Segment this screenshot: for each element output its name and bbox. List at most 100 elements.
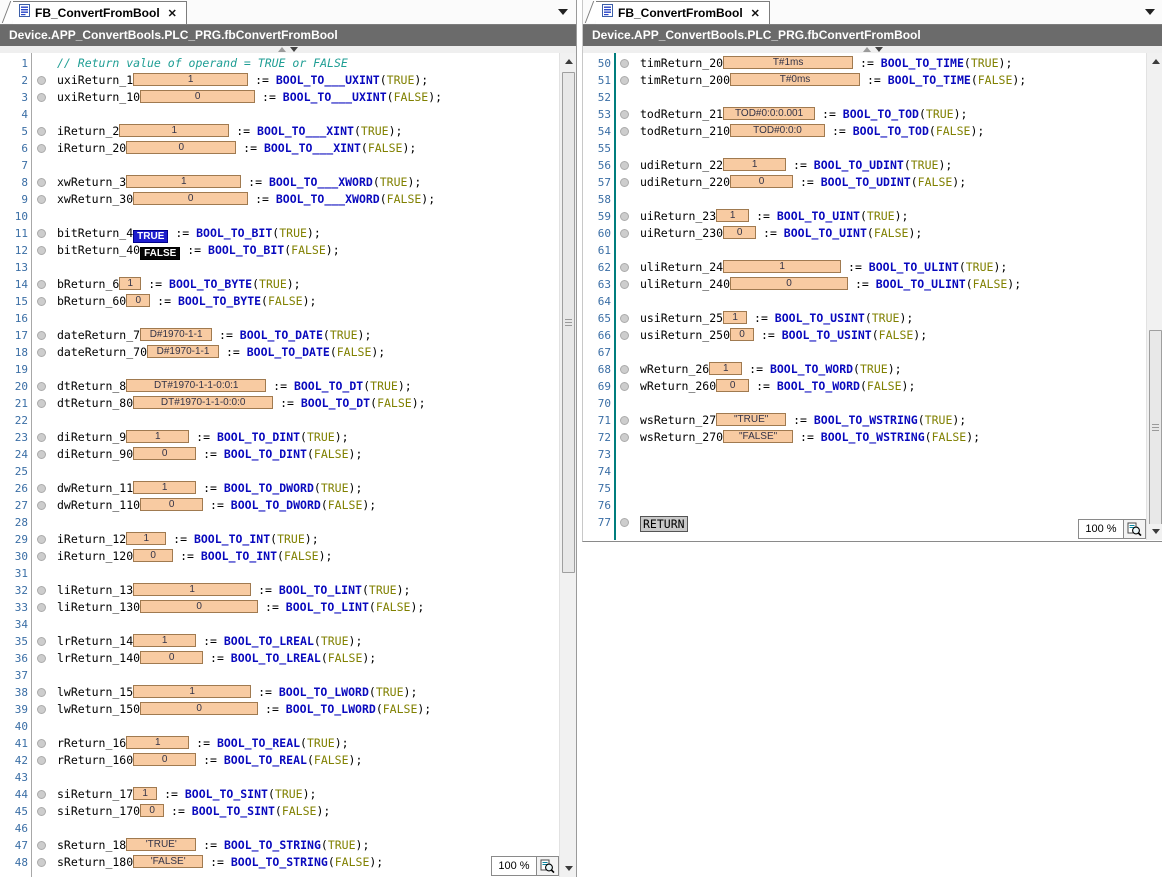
breakpoint-dot[interactable]: [37, 688, 46, 697]
breakpoint-dot[interactable]: [620, 365, 629, 374]
breakpoint-dot[interactable]: [620, 178, 629, 187]
monitor-value-box[interactable]: 0: [723, 226, 756, 239]
monitor-value-box[interactable]: 1: [723, 158, 786, 171]
close-icon[interactable]: ✕: [751, 7, 760, 20]
breakpoint-dot[interactable]: [620, 127, 629, 136]
monitor-value-box[interactable]: 0: [133, 192, 248, 205]
breakpoint-dot[interactable]: [37, 297, 46, 306]
scrollbar-up-icon[interactable]: [561, 54, 576, 69]
monitor-value-box[interactable]: 1: [133, 583, 251, 596]
breakpoint-dot[interactable]: [37, 790, 46, 799]
breakpoint-dot[interactable]: [37, 348, 46, 357]
breakpoint-dot[interactable]: [37, 807, 46, 816]
monitor-value-box[interactable]: 0: [133, 753, 196, 766]
breakpoint-dot[interactable]: [620, 331, 629, 340]
breakpoint-dot[interactable]: [37, 484, 46, 493]
monitor-value-box[interactable]: 1: [133, 73, 248, 86]
breakpoint-dot[interactable]: [620, 518, 629, 527]
tab-list-dropdown-icon[interactable]: [558, 9, 568, 15]
monitor-value-box[interactable]: 1: [133, 685, 251, 698]
monitor-value-box[interactable]: TOD#0:0:0.001: [723, 107, 815, 120]
monitor-value-box[interactable]: 0: [730, 277, 848, 290]
scrollbar-down-icon[interactable]: [1148, 524, 1162, 539]
monitor-value-box[interactable]: 1: [119, 277, 141, 290]
monitor-value-box[interactable]: DT#1970-1-1-0:0:1: [126, 379, 266, 392]
breakpoint-dot[interactable]: [620, 212, 629, 221]
breakpoint-dot[interactable]: [37, 501, 46, 510]
breakpoint-dot[interactable]: [37, 195, 46, 204]
monitor-value-box[interactable]: 0: [140, 702, 258, 715]
breakpoint-dot[interactable]: [37, 756, 46, 765]
code-editor[interactable]: 1// Return value of operand = TRUE or FA…: [0, 53, 576, 877]
monitor-value-box[interactable]: "TRUE": [716, 413, 786, 426]
split-view-handle[interactable]: [270, 46, 306, 53]
monitor-value-box[interactable]: 0: [133, 549, 173, 562]
tab-list-dropdown-icon[interactable]: [1145, 9, 1155, 15]
monitor-value-box[interactable]: 1: [709, 362, 742, 375]
breakpoint-dot[interactable]: [37, 739, 46, 748]
monitor-value-box[interactable]: "FALSE": [723, 430, 793, 443]
breakpoint-dot[interactable]: [37, 705, 46, 714]
breakpoint-dot[interactable]: [37, 229, 46, 238]
monitor-value-box[interactable]: 1: [126, 175, 241, 188]
breakpoint-dot[interactable]: [620, 76, 629, 85]
monitor-value-box[interactable]: T#0ms: [730, 73, 860, 86]
breakpoint-dot[interactable]: [37, 144, 46, 153]
breakpoint-dot[interactable]: [37, 637, 46, 646]
breakpoint-dot[interactable]: [620, 382, 629, 391]
monitor-value-box[interactable]: DT#1970-1-1-0:0:0: [133, 396, 273, 409]
zoom-magnifier-button[interactable]: [537, 856, 559, 876]
monitor-value-box[interactable]: 1: [716, 209, 749, 222]
breakpoint-dot[interactable]: [37, 552, 46, 561]
monitor-value-box[interactable]: 'TRUE': [126, 838, 196, 851]
scrollbar-down-icon[interactable]: [561, 861, 576, 876]
monitor-value-box[interactable]: 1: [133, 481, 196, 494]
scrollbar-up-icon[interactable]: [1148, 54, 1162, 69]
monitor-value-box[interactable]: 0: [140, 600, 258, 613]
breakpoint-dot[interactable]: [37, 603, 46, 612]
monitor-value-box[interactable]: 'FALSE': [133, 855, 203, 868]
monitor-value-box[interactable]: 0: [126, 294, 150, 307]
monitor-value-box[interactable]: 0: [140, 651, 203, 664]
breakpoint-dot[interactable]: [37, 127, 46, 136]
breakpoint-dot[interactable]: [620, 314, 629, 323]
breakpoint-dot[interactable]: [620, 263, 629, 272]
monitor-value-box[interactable]: 1: [119, 124, 229, 137]
breakpoint-dot[interactable]: [620, 433, 629, 442]
monitor-value-box[interactable]: 0: [140, 90, 255, 103]
tab-fb-convertfrombool[interactable]: FB_ConvertFromBool ✕: [13, 1, 187, 24]
close-icon[interactable]: ✕: [168, 7, 177, 20]
breakpoint-dot[interactable]: [37, 382, 46, 391]
breakpoint-dot[interactable]: [620, 416, 629, 425]
monitor-value-box[interactable]: 0: [716, 379, 749, 392]
tab-fb-convertfrombool[interactable]: FB_ConvertFromBool ✕: [596, 1, 770, 24]
monitor-value-box[interactable]: 0: [133, 447, 196, 460]
monitor-value-box[interactable]: TOD#0:0:0: [730, 124, 825, 137]
scrollbar-thumb[interactable]: [1149, 330, 1162, 525]
breakpoint-dot[interactable]: [620, 161, 629, 170]
zoom-magnifier-button[interactable]: [1124, 519, 1146, 539]
breakpoint-dot[interactable]: [37, 841, 46, 850]
monitor-value-box[interactable]: D#1970-1-1: [147, 345, 219, 358]
breakpoint-dot[interactable]: [37, 399, 46, 408]
breakpoint-dot[interactable]: [37, 280, 46, 289]
breakpoint-dot[interactable]: [37, 331, 46, 340]
monitor-value-box[interactable]: D#1970-1-1: [140, 328, 212, 341]
breakpoint-dot[interactable]: [620, 229, 629, 238]
breakpoint-dot[interactable]: [37, 858, 46, 867]
scrollbar-thumb[interactable]: [562, 72, 575, 573]
monitor-value-box[interactable]: 1: [126, 736, 189, 749]
breakpoint-dot[interactable]: [37, 246, 46, 255]
zoom-level[interactable]: 100 %: [1078, 519, 1124, 539]
monitor-value-box[interactable]: 1: [126, 430, 189, 443]
monitor-value-box[interactable]: 0: [730, 175, 793, 188]
vertical-scrollbar[interactable]: [559, 53, 576, 877]
monitor-value-box[interactable]: 0: [140, 804, 164, 817]
breakpoint-dot[interactable]: [37, 76, 46, 85]
code-editor[interactable]: 50timReturn_20T#1ms := BOOL_TO_TIME(TRUE…: [583, 53, 1162, 540]
breakpoint-dot[interactable]: [620, 59, 629, 68]
monitor-value-box[interactable]: 1: [723, 311, 747, 324]
breakpoint-dot[interactable]: [620, 280, 629, 289]
zoom-level[interactable]: 100 %: [491, 856, 537, 876]
breakpoint-dot[interactable]: [37, 178, 46, 187]
